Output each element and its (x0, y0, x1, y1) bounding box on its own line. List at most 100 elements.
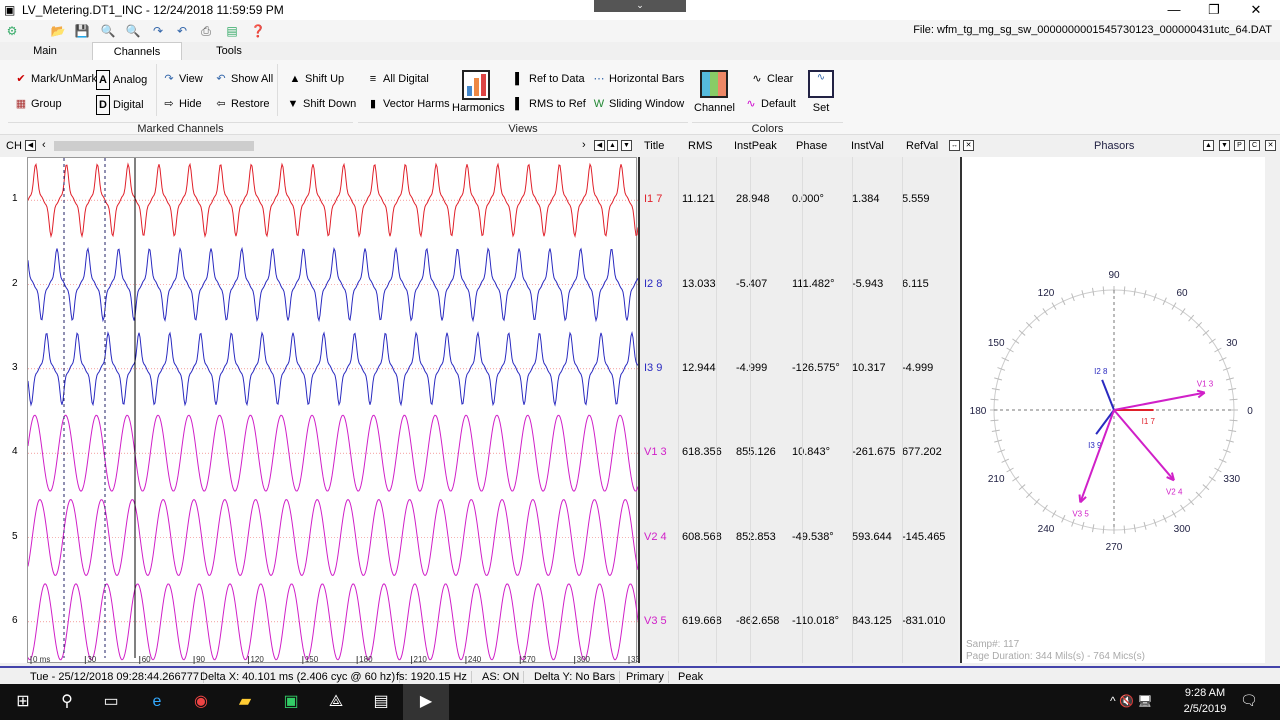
zoom-out-icon[interactable]: 🔍 (125, 23, 141, 39)
sliding-window-button[interactable]: W Sliding Window (592, 95, 684, 113)
expand-button[interactable]: ↔ (949, 140, 960, 151)
label: Mark/UnMark (31, 73, 98, 85)
hide-button[interactable]: ⇨ Hide (162, 95, 201, 113)
phasor-down-button[interactable]: ▼ (1219, 140, 1230, 151)
tray-icons[interactable]: ^ 🔇 🖥 (1110, 694, 1152, 708)
ref-to-data-button[interactable]: ▌ Ref to Data (512, 70, 585, 88)
notification-icon[interactable]: 🗨 (1240, 692, 1258, 709)
chrome-icon[interactable]: ◉ (178, 684, 224, 720)
channel-number[interactable]: 6 (12, 615, 18, 626)
horizontal-scrollbar-thumb[interactable] (54, 141, 254, 151)
phasor-c-button[interactable]: C (1249, 140, 1260, 151)
print-icon[interactable]: ⎙ (198, 23, 214, 39)
channel-number[interactable]: 1 (12, 193, 18, 204)
scroll-left-button[interactable]: ◀ (25, 140, 36, 151)
cell-title[interactable]: V3 5 (644, 615, 667, 627)
clear-color-button[interactable]: ∿ Clear (750, 70, 793, 88)
edge-icon[interactable]: e (134, 684, 180, 720)
time-tick-label: 330 (631, 655, 638, 664)
set-color-button[interactable]: ∿ Set (804, 68, 838, 118)
analog-button[interactable]: A Analog (96, 70, 147, 90)
tick-mark (1102, 286, 1105, 295)
file-explorer-icon[interactable]: ▰ (222, 684, 268, 720)
shift-up-button[interactable]: ▲ Shift Up (288, 70, 345, 88)
tick-mark (990, 419, 999, 422)
file-name: File: wfm_tg_mg_sg_sw_000000000154573012… (913, 24, 1272, 36)
all-digital-button[interactable]: ≡ All Digital (366, 70, 429, 88)
restore-button[interactable]: ❐ (1194, 0, 1234, 20)
clock-time[interactable]: 9:28 AM (1180, 687, 1230, 699)
phasors-title: Phasors (1094, 140, 1135, 152)
close-button[interactable]: ✕ (1236, 0, 1276, 20)
horizontal-bars-button[interactable]: ⋯ Horizontal Bars (592, 70, 685, 88)
app-green-icon[interactable]: ▣ (268, 684, 314, 720)
scroll-left-arrow[interactable]: ‹ (42, 139, 46, 151)
cell-title[interactable]: V2 4 (644, 531, 667, 543)
default-color-button[interactable]: ∿ Default (744, 95, 796, 113)
task-view-icon[interactable]: ▭ (88, 684, 134, 720)
print-setup-icon[interactable]: ▤ (224, 23, 240, 39)
save-icon[interactable]: 💾 (74, 23, 90, 39)
cell-phase: -110.018° (792, 614, 840, 627)
cell-title[interactable]: I3 9 (644, 362, 662, 374)
tab-main[interactable]: Main (0, 42, 90, 60)
show-all-button[interactable]: ↶ Show All (214, 70, 273, 88)
shift-down-button[interactable]: ▼ Shift Down (286, 95, 357, 113)
app-icon-active[interactable]: ▶ (403, 684, 449, 720)
restore-channels-button[interactable]: ⇦ Restore (214, 95, 269, 113)
tab-tools[interactable]: Tools (184, 42, 274, 60)
dropdown-handle[interactable]: ⌄ (594, 0, 686, 12)
vertical-scrollbar[interactable] (1266, 157, 1280, 663)
help-icon[interactable]: ❓ (250, 23, 266, 39)
tick-mark (1214, 467, 1222, 473)
group-button[interactable]: ▦ Group (14, 95, 62, 113)
mark-unmark-button[interactable]: ✔ Mark/UnMark (14, 70, 97, 88)
harmonics-button[interactable]: Harmonics (452, 64, 505, 116)
up-button[interactable]: ▲ (607, 140, 618, 151)
vector-harms-button[interactable]: ▮ Vector Harms (366, 95, 450, 113)
redo-icon[interactable]: ↷ (150, 23, 166, 39)
phasor-p-button[interactable]: P (1234, 140, 1245, 151)
rms-to-ref-button[interactable]: ▌ RMS to Ref (512, 95, 586, 113)
phasor-close-button[interactable]: ✕ (1265, 140, 1276, 151)
waveform-plot[interactable]: 0 ms 30 60 90 120 150 180 210 240 270 300 330 (27, 157, 645, 664)
close-table-button[interactable]: ✕ (963, 140, 974, 151)
page-left-button[interactable]: ◀ (594, 140, 605, 151)
cell-phase: -126.575° (792, 361, 840, 374)
channel-number[interactable]: 5 (12, 531, 18, 542)
app-icon-3[interactable]: ▤ (358, 684, 404, 720)
minimize-button[interactable]: — (1154, 0, 1194, 20)
status-peak[interactable]: Peak (674, 671, 707, 683)
tab-channels[interactable]: Channels (92, 42, 182, 60)
cell-title[interactable]: I2 8 (644, 278, 662, 290)
angle-label: 180 (970, 406, 987, 417)
digital-button[interactable]: D Digital (96, 95, 144, 115)
cell-title[interactable]: I1 7 (644, 193, 662, 205)
label: Sliding Window (609, 98, 685, 110)
app-menu-icon[interactable]: ⚙ (4, 23, 20, 39)
cell-ref: 6.115 (902, 277, 929, 290)
column-divider (902, 157, 903, 663)
channel-number[interactable]: 3 (12, 362, 18, 373)
app-icon-2[interactable]: ⟁ (313, 684, 359, 720)
channel-color-button[interactable]: Channel (694, 68, 735, 118)
channel-number[interactable]: 4 (12, 446, 18, 457)
cell-title[interactable]: V1 3 (644, 446, 667, 458)
phasor-diagram[interactable]: 90 60 30 0 330 300 270 240 210 180 150 120 I1 7 I2 8I… (960, 157, 1265, 663)
zoom-in-icon[interactable]: 🔍 (100, 23, 116, 39)
phasor-up-button[interactable]: ▲ (1203, 140, 1214, 151)
windows-start-icon[interactable]: ⊞ (0, 684, 46, 720)
page-duration: Page Duration: 344 Mils(s) - 764 Mics(s) (966, 651, 1145, 662)
tick-mark (1228, 387, 1237, 391)
open-icon[interactable]: 📂 (50, 23, 66, 39)
label: Default (761, 98, 796, 110)
clock-date[interactable]: 2/5/2019 (1180, 703, 1230, 715)
undo-icon[interactable]: ↶ (174, 23, 190, 39)
search-icon[interactable]: ⚲ (44, 684, 90, 720)
down-button[interactable]: ▼ (621, 140, 632, 151)
header-title: Title (644, 140, 665, 152)
channel-number[interactable]: 2 (12, 278, 18, 289)
status-primary[interactable]: Primary (622, 671, 669, 683)
view-button[interactable]: ↷ View (162, 70, 202, 88)
scroll-right-arrow[interactable]: › (582, 139, 586, 151)
